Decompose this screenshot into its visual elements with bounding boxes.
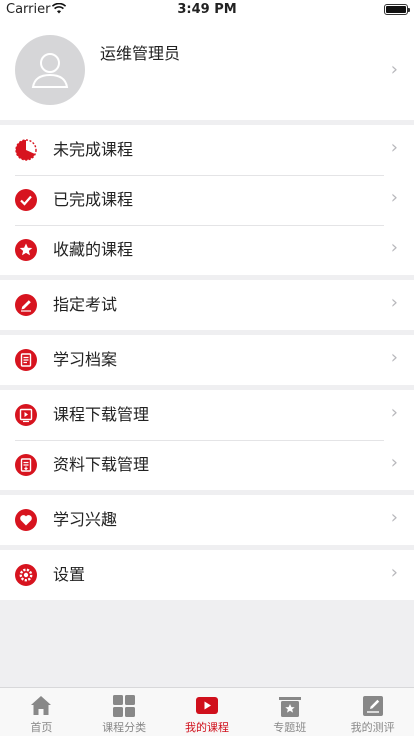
menu-item-unfinished-courses[interactable]: 未完成课程 › (0, 125, 414, 175)
chevron-right-icon: › (390, 137, 398, 158)
chevron-right-icon: › (390, 347, 398, 368)
home-icon (31, 696, 52, 715)
user-silhouette-icon (31, 53, 69, 88)
menu-item-label: 指定考试 (53, 295, 118, 314)
menu-item-material-downloads[interactable]: 资料下载管理 › (0, 440, 414, 490)
chevron-right-icon: › (390, 292, 398, 313)
chevron-right-icon: › (390, 187, 398, 208)
clock: 3:49 PM (177, 2, 237, 17)
menu-item-label: 资料下载管理 (53, 455, 150, 474)
menu-group-exams: 指定考试 › (0, 280, 414, 330)
menu-group-downloads: 课程下载管理 › 资料下载管理 › (0, 390, 414, 490)
pencil-icon (15, 294, 37, 316)
chevron-right-icon: › (390, 237, 398, 258)
menu-item-label: 课程下载管理 (53, 405, 150, 424)
tab-label: 我的测评 (350, 721, 395, 734)
chevron-right-icon: › (390, 452, 398, 473)
tab-home[interactable]: 首页 (0, 688, 83, 736)
tab-course-categories[interactable]: 课程分类 (83, 688, 166, 736)
avatar[interactable] (15, 35, 85, 105)
gear-icon (15, 564, 37, 586)
menu-group-settings: 设置 › (0, 550, 414, 600)
chevron-right-icon: › (390, 507, 398, 528)
grid-icon (113, 695, 136, 717)
pie-progress-icon (15, 139, 37, 161)
tab-label: 课程分类 (102, 721, 147, 734)
menu-item-label: 学习兴趣 (53, 510, 118, 529)
star-icon (15, 239, 37, 261)
battery-icon (384, 4, 410, 15)
chevron-right-icon: › (390, 59, 398, 80)
video-download-icon (15, 404, 37, 426)
file-download-icon (15, 454, 37, 476)
menu-item-assigned-exams[interactable]: 指定考试 › (0, 280, 414, 330)
menu-item-favorite-courses[interactable]: 收藏的课程 › (0, 225, 414, 275)
checkmark-icon (15, 189, 37, 211)
menu-item-label: 学习档案 (53, 350, 118, 369)
menu-item-learning-interests[interactable]: 学习兴趣 › (0, 495, 414, 545)
menu-item-label: 未完成课程 (53, 140, 134, 159)
menu-item-label: 已完成课程 (53, 190, 134, 209)
user-name: 运维管理员 (100, 44, 181, 63)
chevron-right-icon: › (390, 562, 398, 583)
tab-label: 专题班 (273, 721, 307, 734)
profile-header[interactable]: 运维管理员 › (0, 20, 414, 120)
menu-item-settings[interactable]: 设置 › (0, 550, 414, 600)
tab-label: 我的课程 (184, 721, 229, 734)
menu-item-label: 收藏的课程 (53, 240, 134, 259)
menu-group-records: 学习档案 › (0, 335, 414, 385)
menu-item-completed-courses[interactable]: 已完成课程 › (0, 175, 414, 225)
tab-my-assessments[interactable]: 我的测评 (331, 688, 414, 736)
menu-item-course-downloads[interactable]: 课程下载管理 › (0, 390, 414, 440)
document-icon (15, 349, 37, 371)
bottom-tab-bar: 首页 课程分类 我的课程 专题班 我的测评 (0, 687, 414, 736)
tab-label: 首页 (30, 721, 53, 734)
edit-icon (362, 696, 383, 716)
menu-group-interests: 学习兴趣 › (0, 495, 414, 545)
tab-my-courses[interactable]: 我的课程 (166, 688, 249, 736)
play-icon (195, 697, 218, 714)
tab-topic-class[interactable]: 专题班 (248, 688, 331, 736)
status-bar: Carrier 3:49 PM (0, 0, 414, 20)
menu-group-courses: 未完成课程 › 已完成课程 › 收藏的课程 › (0, 125, 414, 275)
menu-item-learning-records[interactable]: 学习档案 › (0, 335, 414, 385)
badge-icon (278, 697, 301, 717)
chevron-right-icon: › (390, 402, 398, 423)
heart-icon (15, 509, 37, 531)
menu-item-label: 设置 (53, 565, 86, 584)
